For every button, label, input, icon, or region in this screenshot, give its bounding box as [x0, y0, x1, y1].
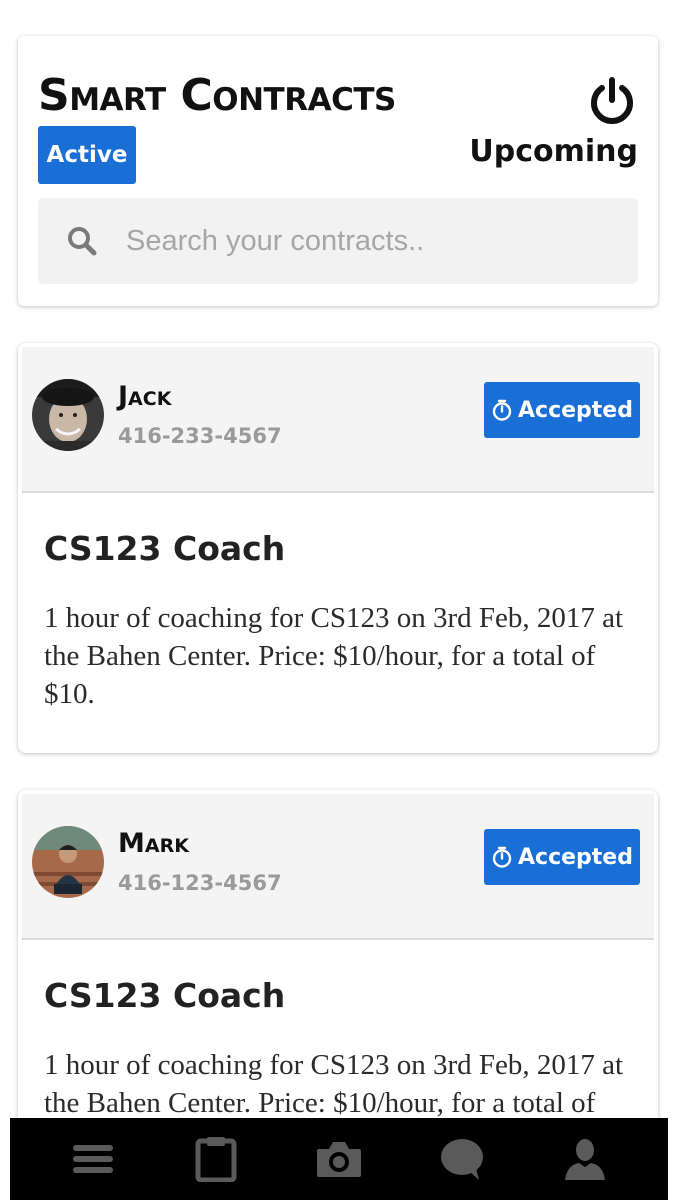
avatar — [32, 379, 104, 451]
header-card: Smart Contracts Active Upcoming — [18, 36, 658, 306]
contact-phone: 416-123-4567 — [118, 871, 282, 895]
timer-icon — [492, 399, 512, 421]
page-title: Smart Contracts — [38, 70, 396, 121]
search-bar[interactable] — [38, 198, 638, 284]
nav-contracts[interactable] — [188, 1131, 244, 1187]
status-badge[interactable]: Accepted — [484, 382, 640, 438]
nav-menu[interactable] — [65, 1131, 121, 1187]
contract-card-header: Mark 416-123-4567 Accepted — [22, 794, 654, 940]
search-input[interactable] — [124, 223, 608, 259]
status-label: Accepted — [518, 844, 633, 870]
contact-name: Mark — [118, 828, 189, 859]
camera-icon — [316, 1142, 361, 1177]
clipboard-icon — [195, 1137, 237, 1182]
menu-icon — [73, 1145, 114, 1173]
nav-chat[interactable] — [434, 1131, 490, 1187]
contract-title: CS123 Coach — [44, 529, 286, 568]
timer-icon — [492, 846, 512, 868]
contract-card-header: Jack 416-233-4567 Accepted — [22, 347, 654, 493]
power-icon[interactable] — [586, 76, 638, 128]
nav-camera[interactable] — [311, 1131, 367, 1187]
contract-card[interactable]: Jack 416-233-4567 Accepted CS123 Coach 1… — [18, 343, 658, 753]
contact-name: Jack — [118, 381, 172, 412]
tab-active[interactable]: Active — [38, 126, 136, 184]
contract-title: CS123 Coach — [44, 976, 286, 1015]
status-badge[interactable]: Accepted — [484, 829, 640, 885]
bottom-nav — [10, 1118, 668, 1200]
tab-upcoming[interactable]: Upcoming — [469, 134, 638, 170]
chat-icon — [440, 1139, 483, 1180]
user-icon — [564, 1139, 605, 1180]
nav-profile[interactable] — [557, 1131, 613, 1187]
status-label: Accepted — [518, 397, 633, 423]
contact-phone: 416-233-4567 — [118, 424, 282, 448]
search-icon — [68, 227, 97, 256]
avatar — [32, 826, 104, 898]
contract-description: 1 hour of coaching for CS123 on 3rd Feb,… — [44, 602, 624, 710]
